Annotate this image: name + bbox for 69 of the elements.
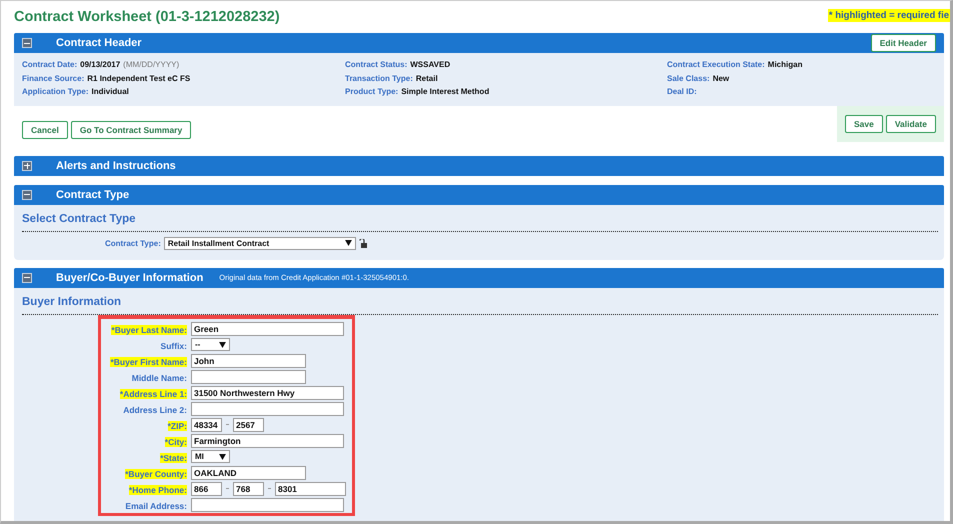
input-field[interactable]: 2567 [233, 418, 264, 432]
section-title: Buyer/Co-Buyer Information [56, 272, 204, 284]
contract-type-dropdown[interactable]: Retail Installment Contract [164, 236, 356, 250]
caret-icon [344, 240, 352, 246]
section-header[interactable]: Contract Type [14, 184, 944, 204]
field-label: Application Type: [22, 87, 89, 96]
section-title: Contract Type [56, 188, 130, 200]
field-value: R1 Independent Test eC FS [87, 74, 190, 82]
field-label: Finance Source: [22, 74, 84, 82]
subsection-title: Buyer Information [21, 294, 122, 310]
page-title: Contract Worksheet (01-3-1212028232) [14, 9, 280, 25]
input-field[interactable] [191, 498, 344, 512]
field-label: Contract Type: [105, 238, 161, 248]
collapse-icon[interactable] [22, 38, 32, 48]
collapse-icon[interactable] [22, 190, 32, 200]
field-label: Sale Class: [667, 74, 710, 82]
field-label: Suffix: [160, 340, 187, 350]
field-value: Simple Interest Method [401, 87, 490, 96]
field-label: Address Line 2: [123, 404, 187, 414]
input-field[interactable]: 866 [191, 482, 222, 496]
caret-icon [219, 454, 226, 460]
field-value: 09/13/2017 [80, 60, 120, 69]
field-label: *Address Line 1: [120, 388, 187, 398]
expand-icon[interactable] [22, 160, 32, 170]
field-label: *Buyer County: [125, 468, 187, 478]
action-button[interactable]: Go To Contract Summary [70, 120, 192, 138]
input-field[interactable]: 31500 Northwestern Hwy [191, 386, 344, 400]
field-label: Contract Date: [22, 60, 78, 69]
section-header[interactable]: Contract Header Edit Header [14, 33, 944, 53]
lock-icon [358, 238, 367, 248]
input-field[interactable]: 8301 [275, 482, 346, 496]
field-value: Michigan [768, 60, 802, 69]
collapse-icon[interactable] [22, 272, 32, 282]
dropdown[interactable]: -- [191, 338, 230, 351]
action-button[interactable]: Cancel [22, 120, 68, 138]
field-label: *Buyer Last Name: [111, 324, 187, 334]
field-label: *State: [160, 452, 187, 462]
section-title: Contract Header [56, 37, 142, 49]
subsection-title: Select Contract Type [21, 212, 137, 226]
required-note: * highlighted = required fie [828, 9, 950, 22]
input-field[interactable]: Farmington [191, 434, 344, 448]
field-label: Contract Execution State: [667, 60, 765, 69]
input-field[interactable]: 768 [233, 482, 264, 496]
field-value: Individual [92, 87, 129, 96]
input-field[interactable]: OAKLAND [191, 466, 306, 480]
field-value: Retail [416, 74, 438, 82]
field-value: WSSAVED [410, 60, 450, 69]
field-label: *Buyer First Name: [110, 356, 187, 366]
caret-icon [219, 342, 226, 348]
field-label: Middle Name: [132, 372, 187, 382]
input-field[interactable]: John [191, 354, 306, 368]
field-label: Email Address: [125, 500, 187, 510]
input-field[interactable]: 48334 [191, 418, 222, 432]
section-header[interactable]: Alerts and Instructions [14, 156, 944, 176]
input-field[interactable]: Green [191, 322, 344, 336]
field-label: Product Type: [345, 87, 398, 96]
action-button[interactable]: Save [845, 114, 883, 132]
section-title: Alerts and Instructions [56, 160, 176, 172]
edit-header-button[interactable]: Edit Header [870, 34, 936, 52]
field-label: *Home Phone: [128, 484, 187, 494]
input-field[interactable] [191, 402, 344, 416]
action-button[interactable]: Validate [886, 114, 936, 132]
field-label: Deal ID: [667, 87, 697, 96]
input-field[interactable] [191, 370, 306, 384]
field-label: Contract Status: [345, 60, 408, 69]
field-value: New [712, 74, 730, 82]
field-label: Transaction Type: [345, 74, 413, 82]
format-hint: (MM/DD/YYYY) [123, 60, 180, 69]
dropdown[interactable]: MI [191, 450, 230, 463]
